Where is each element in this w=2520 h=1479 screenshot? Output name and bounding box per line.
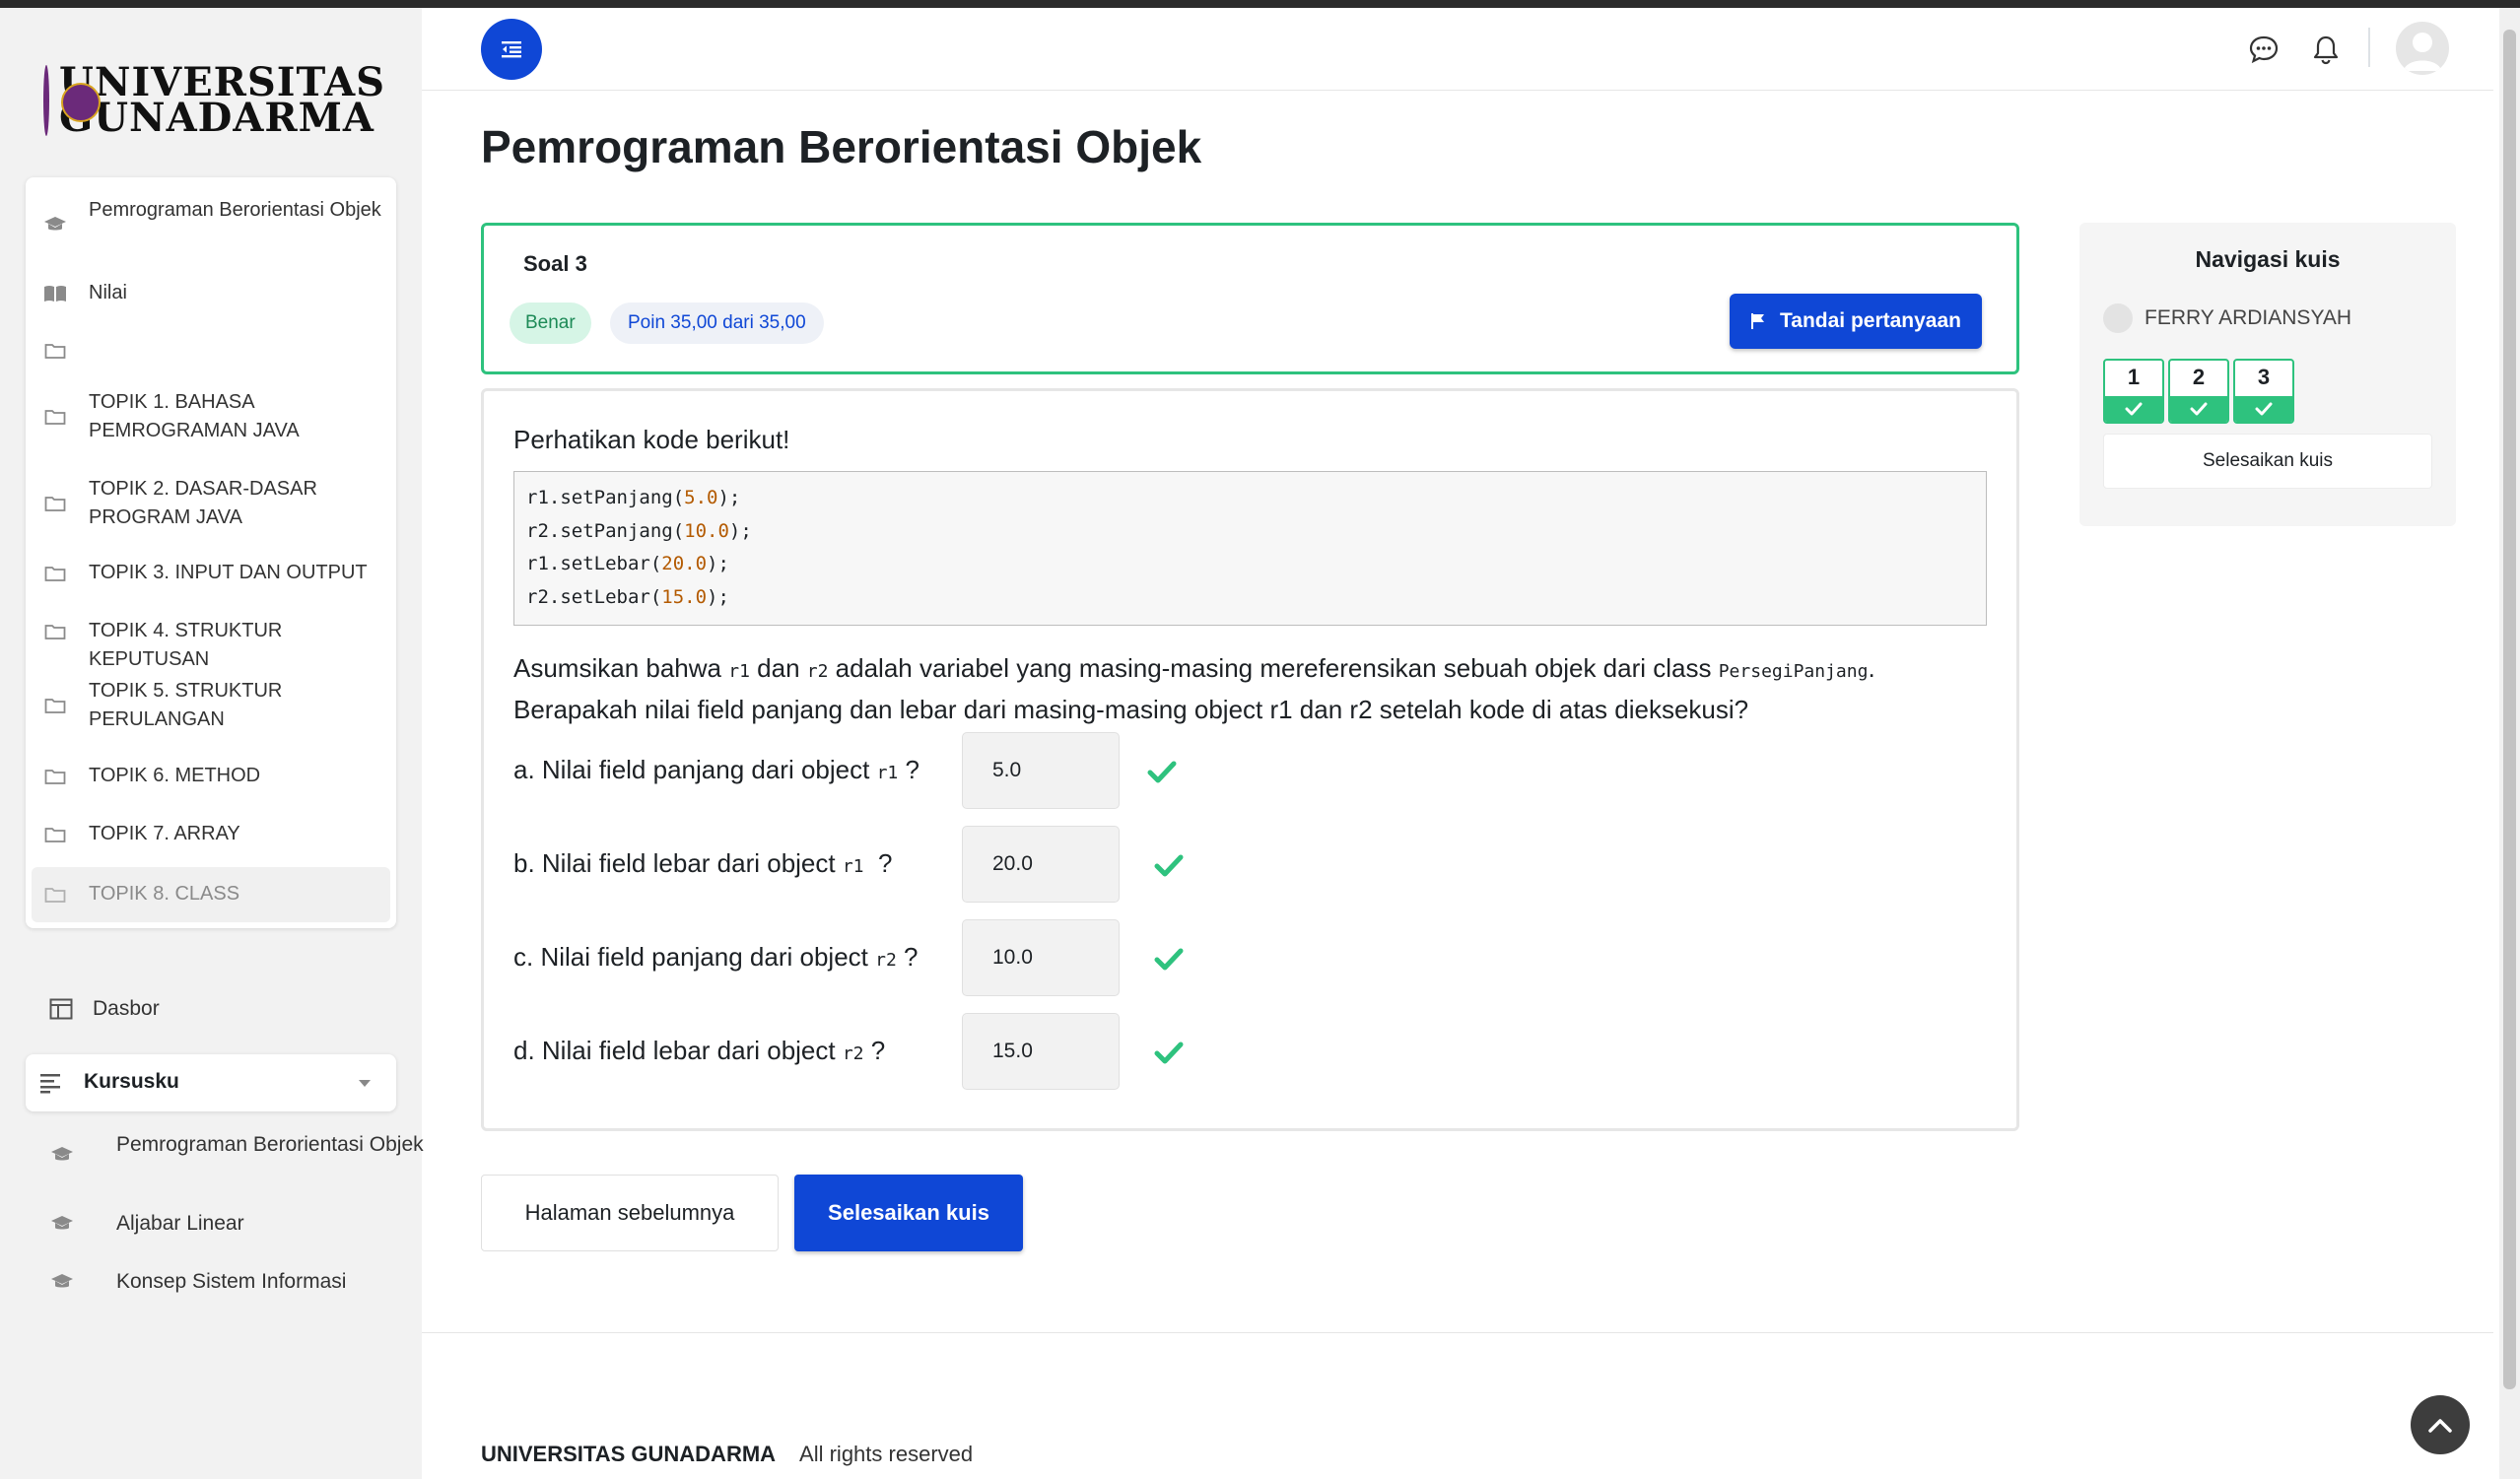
user-name: FERRY ARDIANSYAH <box>2145 306 2352 329</box>
quiz-nav-question-3[interactable]: 3 <box>2233 359 2294 424</box>
notification-bell-icon[interactable] <box>2310 34 2342 65</box>
code-block: r1.setPanjang(5.0); r2.setPanjang(10.0);… <box>513 471 1987 626</box>
kursusku-label: Kursusku <box>84 1070 179 1093</box>
correct-check-icon <box>1153 1037 1185 1068</box>
finish-quiz-button[interactable]: Selesaikan kuis <box>794 1175 1023 1251</box>
back-to-top-button[interactable] <box>2411 1395 2470 1454</box>
header-divider-line <box>422 90 2493 91</box>
graduation-cap-icon <box>49 1272 75 1292</box>
folder-icon <box>43 405 67 429</box>
folder-icon <box>43 492 67 515</box>
sidebar-item-topik-4[interactable]: TOPIK 4. STRUKTUR KEPUTUSAN <box>26 614 396 670</box>
folder-icon <box>43 694 67 717</box>
folder-icon <box>43 765 67 788</box>
sidebar-item-grades[interactable]: Nilai <box>26 276 396 311</box>
answer-row-a: a. Nilai field panjang dari object r1 ? <box>513 732 2011 809</box>
points-badge: Poin 35,00 dari 35,00 <box>610 303 824 344</box>
university-logo[interactable]: UNIVERSITAS GUNADARMA <box>43 57 386 144</box>
sidebar-item-topik-5[interactable]: TOPIK 5. STRUKTUR PERULANGAN <box>26 675 396 736</box>
code-line: r2.setLebar(15.0); <box>526 585 729 608</box>
sidebar-item-topik-2[interactable]: TOPIK 2. DASAR-DASAR PROGRAM JAVA <box>26 473 396 534</box>
folder-icon <box>43 620 67 643</box>
scrollbar-thumb[interactable] <box>2503 30 2516 1389</box>
quiz-user: FERRY ARDIANSYAH <box>2103 303 2351 333</box>
folder-icon <box>43 339 67 363</box>
correct-check-icon <box>1153 849 1185 881</box>
user-avatar-small <box>2103 303 2133 333</box>
correct-check-icon <box>1153 943 1185 975</box>
flag-icon <box>1750 312 1766 330</box>
status-badge: Benar <box>510 303 591 344</box>
chevron-up-icon <box>2427 1416 2453 1434</box>
course-index-card: Pemrograman Berorientasi Objek Nilai TOP… <box>26 177 396 928</box>
quiz-nav-question-1[interactable]: 1 <box>2103 359 2164 424</box>
answer-label: c. Nilai field panjang dari object r2 ? <box>513 942 919 972</box>
correct-check-icon <box>1146 756 1178 787</box>
question-content: Perhatikan kode berikut! r1.setPanjang(5… <box>481 388 2019 1131</box>
graduation-cap-icon <box>49 1214 75 1234</box>
answer-input[interactable] <box>962 919 1120 996</box>
graduation-cap-icon <box>49 1145 75 1165</box>
sidebar-item-topik-3[interactable]: TOPIK 3. INPUT DAN OUTPUT <box>26 556 396 591</box>
check-icon <box>2235 396 2292 422</box>
answer-row-c: c. Nilai field panjang dari object r2 ? <box>513 919 2011 996</box>
flag-question-label: Tandai pertanyaan <box>1780 309 1961 332</box>
list-icon <box>39 1072 61 1094</box>
folder-icon <box>43 823 67 846</box>
quiz-navigation-title: Navigasi kuis <box>2195 246 2341 272</box>
sidebar-item-topik-1[interactable]: TOPIK 1. BAHASA PEMROGRAMAN JAVA <box>26 386 396 447</box>
question-info: Soal 3 Benar Poin 35,00 dari 35,00 Tanda… <box>481 223 2019 374</box>
indent-icon <box>501 39 522 59</box>
footer-rights: All rights reserved <box>799 1442 974 1466</box>
answer-label: a. Nilai field panjang dari object r1 ? <box>513 755 919 784</box>
toggle-course-index-button[interactable] <box>481 19 542 80</box>
quiz-navigation-block: Navigasi kuis FERRY ARDIANSYAH 1 2 3 Sel… <box>2079 223 2456 526</box>
kursusku-dropdown[interactable]: Kursusku <box>26 1054 396 1111</box>
previous-page-button[interactable]: Halaman sebelumnya <box>481 1175 779 1251</box>
answer-label: b. Nilai field lebar dari object r1 ? <box>513 848 893 878</box>
answer-input[interactable] <box>962 826 1120 903</box>
message-icon[interactable] <box>2248 34 2280 65</box>
user-avatar[interactable] <box>2396 22 2449 75</box>
check-icon <box>2170 396 2227 422</box>
sidebar-item-topik-8[interactable]: TOPIK 8. CLASS <box>32 867 390 922</box>
graduation-cap-icon <box>43 213 67 236</box>
sidebar-item-topik-6[interactable]: TOPIK 6. METHOD <box>26 759 396 794</box>
top-border <box>0 0 2520 8</box>
footer: UNIVERSITAS GUNADARMA All rights reserve… <box>481 1442 973 1467</box>
quiz-nav-finish-button[interactable]: Selesaikan kuis <box>2103 434 2432 489</box>
dashboard-icon <box>49 998 77 1020</box>
code-line: r1.setPanjang(5.0); <box>526 487 741 508</box>
quiz-nav-question-2[interactable]: 2 <box>2168 359 2229 424</box>
sidebar-item-general[interactable] <box>26 333 396 369</box>
question-text: Asumsikan bahwa r1 dan r2 adalah variabe… <box>513 653 1875 724</box>
chevron-down-icon <box>359 1080 371 1087</box>
answer-row-d: d. Nilai field lebar dari object r2 ? <box>513 1013 2011 1090</box>
sidebar-item-course-home[interactable]: Pemrograman Berorientasi Objek <box>26 195 396 254</box>
answer-row-b: b. Nilai field lebar dari object r1 ? <box>513 826 2011 903</box>
footer-brand: UNIVERSITAS GUNADARMA <box>481 1442 777 1466</box>
header-divider <box>2368 28 2370 67</box>
answer-input[interactable] <box>962 1013 1120 1090</box>
code-line: r2.setPanjang(10.0); <box>526 519 752 542</box>
question-number: Soal 3 <box>523 251 587 276</box>
sidebar-item-topik-7[interactable]: TOPIK 7. ARRAY <box>26 817 396 852</box>
folder-icon <box>43 562 67 585</box>
footer-divider <box>422 1332 2493 1333</box>
university-seal-icon <box>43 65 101 136</box>
question-intro: Perhatikan kode berikut! <box>513 425 790 454</box>
sidebar-item-dasbor[interactable]: Dasbor <box>49 997 160 1021</box>
dasbor-label: Dasbor <box>93 997 160 1020</box>
logo-text: UNIVERSITAS GUNADARMA <box>59 59 386 141</box>
code-line: r1.setLebar(20.0); <box>526 553 729 574</box>
folder-icon <box>43 883 67 907</box>
book-icon <box>43 282 67 305</box>
course-index-sidebar: UNIVERSITAS GUNADARMA Pemrograman Berori… <box>0 8 424 1479</box>
page-title: Pemrograman Berorientasi Objek <box>481 121 1202 172</box>
flag-question-button[interactable]: Tandai pertanyaan <box>1730 294 1982 349</box>
answer-input[interactable] <box>962 732 1120 809</box>
answer-label: d. Nilai field lebar dari object r2 ? <box>513 1036 886 1065</box>
check-icon <box>2105 396 2162 422</box>
